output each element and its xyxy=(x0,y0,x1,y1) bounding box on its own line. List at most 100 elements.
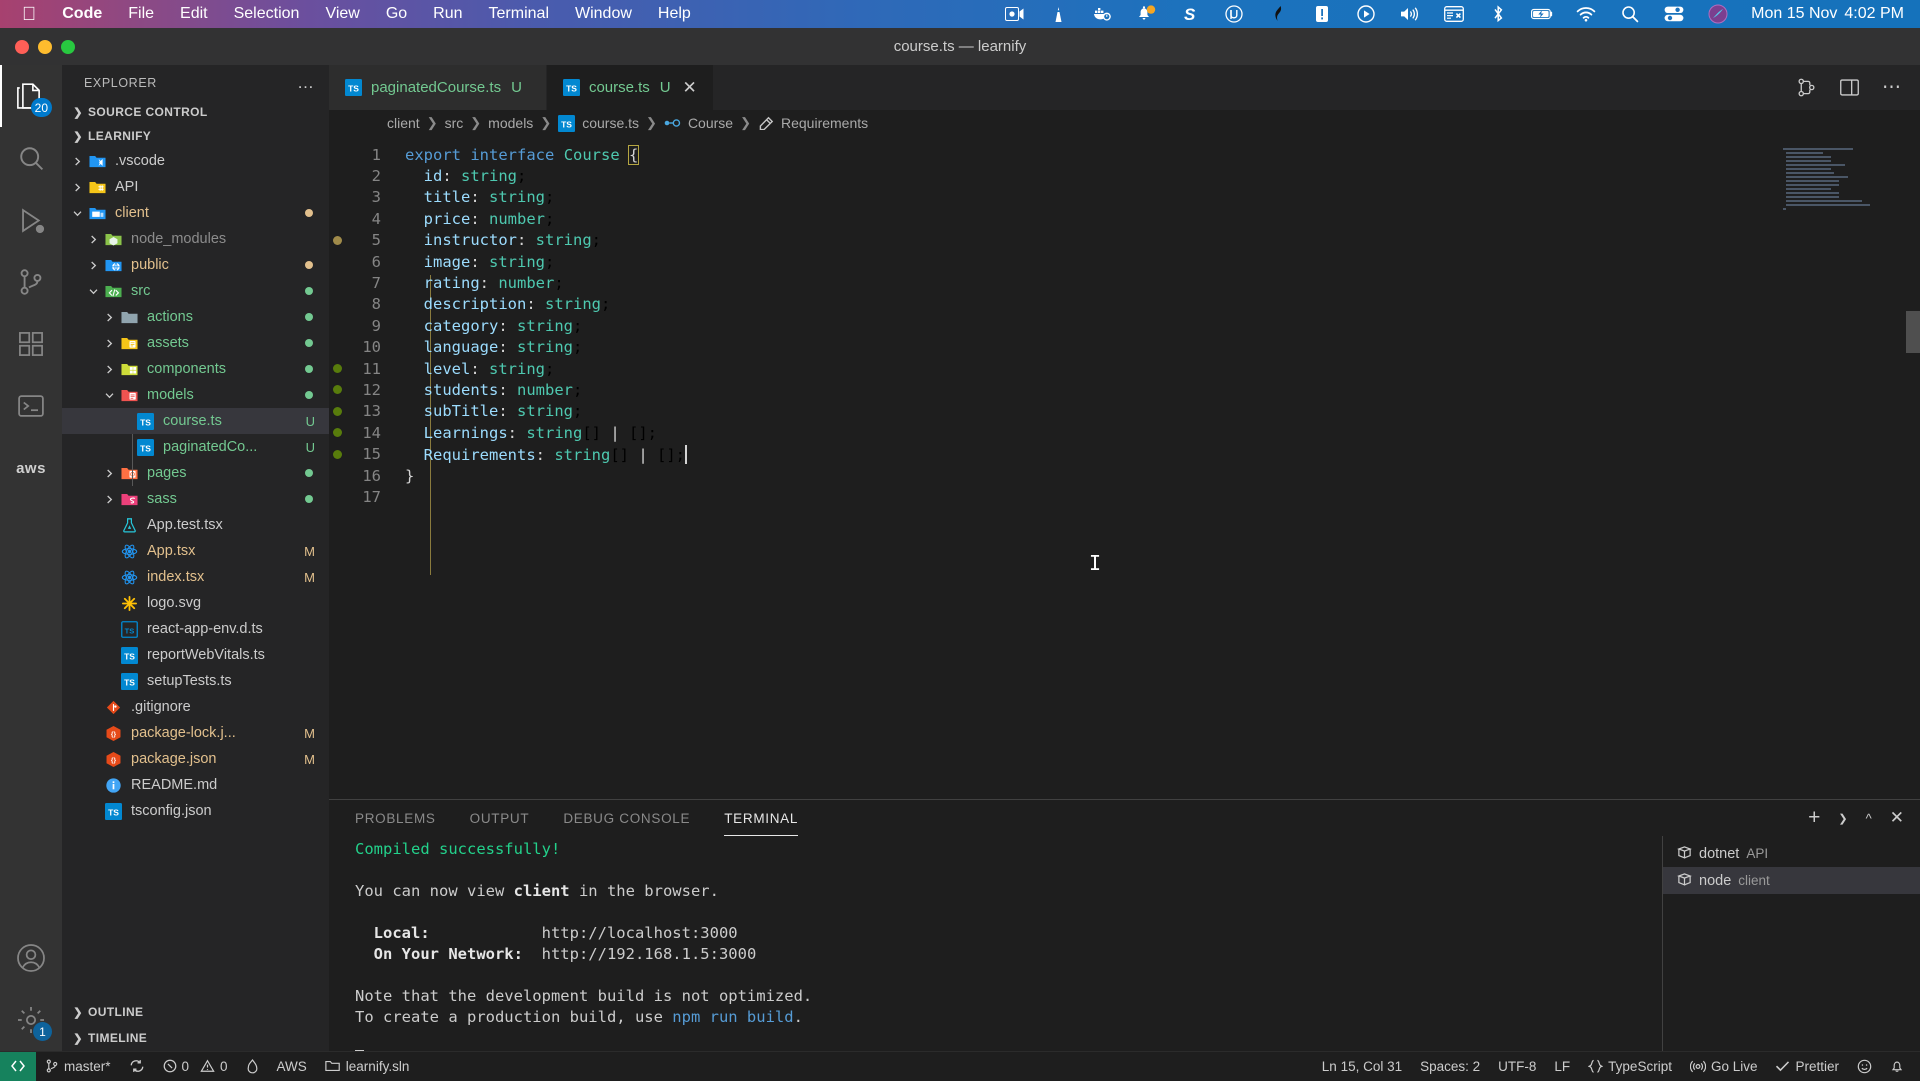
tree-file-course-ts[interactable]: TS course.ts U xyxy=(62,408,329,434)
tab-course[interactable]: TS course.ts U ✕ xyxy=(546,65,714,110)
breadcrumb-item-course-symbol[interactable]: Course xyxy=(664,115,733,131)
alert-exclamation-icon[interactable] xyxy=(1311,3,1333,25)
activity-item-explorer[interactable]: 20 xyxy=(0,65,62,127)
flag-black-icon[interactable] xyxy=(1267,3,1289,25)
code-line[interactable]: 4 price: number; xyxy=(329,208,1775,229)
activity-item-search[interactable] xyxy=(0,127,62,189)
status-go-live[interactable]: Go Live xyxy=(1681,1052,1767,1081)
code-line[interactable]: 2 id: string; xyxy=(329,165,1775,186)
activity-item-run-and-debug[interactable] xyxy=(0,189,62,251)
editor-scrollbar[interactable] xyxy=(1906,311,1920,353)
activity-item-accounts[interactable] xyxy=(0,927,62,989)
activity-item-remote-explorer[interactable] xyxy=(0,375,62,437)
breadcrumb-item-requirements-symbol[interactable]: Requirements xyxy=(758,115,868,131)
status-aws[interactable]: AWS xyxy=(268,1052,316,1081)
status-branch[interactable]: master* xyxy=(36,1052,120,1081)
breadcrumb-item-client[interactable]: client xyxy=(387,115,420,131)
menu-selection[interactable]: Selection xyxy=(234,5,300,23)
tree-file-setuptests-ts[interactable]: TS setupTests.ts xyxy=(62,668,329,694)
code-line[interactable]: 11 level: string; xyxy=(329,358,1775,379)
tree-file-app-tsx[interactable]: App.tsx M xyxy=(62,538,329,564)
tree-folder-assets[interactable]: assets xyxy=(62,330,329,356)
code-line[interactable]: 7 rating: number; xyxy=(329,272,1775,293)
menu-view[interactable]: View xyxy=(325,5,359,23)
remote-window-button[interactable] xyxy=(0,1051,36,1081)
status-problems[interactable]: 0 0 xyxy=(154,1052,237,1081)
section-learnify[interactable]: ❯ LEARNIFY xyxy=(62,124,329,148)
tree-folder-components[interactable]: components xyxy=(62,356,329,382)
tree-file-app-test-tsx[interactable]: App.test.tsx xyxy=(62,512,329,538)
tree-file-tsconfig-json[interactable]: TS tsconfig.json xyxy=(62,798,329,824)
status-language-mode[interactable]: TypeScript xyxy=(1579,1052,1681,1081)
minimap[interactable] xyxy=(1775,136,1920,799)
status-indentation[interactable]: Spaces: 2 xyxy=(1411,1052,1489,1081)
status-encoding[interactable]: UTF-8 xyxy=(1489,1052,1545,1081)
utorrent-icon[interactable] xyxy=(1223,3,1245,25)
wifi-icon[interactable] xyxy=(1575,3,1597,25)
code-line[interactable]: 8 description: string; xyxy=(329,294,1775,315)
tab-paginatedCourse[interactable]: TS paginatedCourse.ts U xyxy=(329,65,547,110)
maximize-panel-icon[interactable]: ^ xyxy=(1866,811,1872,826)
tab-terminal[interactable]: TERMINAL xyxy=(724,800,798,836)
terminal-list-item-node[interactable]: node client xyxy=(1663,867,1920,894)
sublime-s-icon[interactable]: S xyxy=(1179,3,1201,25)
play-circle-icon[interactable] xyxy=(1355,3,1377,25)
code-line[interactable]: 10 language: string; xyxy=(329,337,1775,358)
code-line[interactable]: 1 export interface Course { xyxy=(329,144,1775,165)
status-radon[interactable] xyxy=(237,1052,268,1081)
tree-file-index-tsx[interactable]: index.tsx M xyxy=(62,564,329,590)
activity-item-source-control[interactable] xyxy=(0,251,62,313)
menu-help[interactable]: Help xyxy=(658,5,691,23)
close-icon[interactable]: ✕ xyxy=(681,78,699,98)
chevron-down-icon[interactable]: ❯ xyxy=(1838,812,1847,825)
status-eol[interactable]: LF xyxy=(1545,1052,1579,1081)
menu-go[interactable]: Go xyxy=(386,5,407,23)
code-line[interactable]: 5 instructor: string; xyxy=(329,230,1775,251)
tree-file-reportwebvitals-ts[interactable]: TS reportWebVitals.ts xyxy=(62,642,329,668)
section-timeline[interactable]: ❯ TIMELINE xyxy=(62,1025,329,1051)
tab-problems[interactable]: PROBLEMS xyxy=(355,800,436,836)
layout-panel-icon[interactable] xyxy=(1839,77,1860,98)
tree-folder-client[interactable]: client xyxy=(62,200,329,226)
docker-whale-icon[interactable] xyxy=(1091,3,1113,25)
breadcrumb-item-models[interactable]: models xyxy=(488,115,533,131)
code-line[interactable]: 17 xyxy=(329,486,1775,507)
terminal-output[interactable]: Compiled successfully! You can now view c… xyxy=(329,836,1662,1051)
terminal-list-item-dotnet[interactable]: dotnet API xyxy=(1663,840,1920,867)
tree-file-readme-md[interactable]: README.md xyxy=(62,772,329,798)
code-line[interactable]: 3 title: string; xyxy=(329,187,1775,208)
menu-file[interactable]: File xyxy=(128,5,154,23)
code-line[interactable]: 14 Learnings: string[] | []; xyxy=(329,422,1775,443)
more-actions-icon[interactable]: … xyxy=(297,73,315,93)
tree-folder-node-modules[interactable]: node_modules xyxy=(62,226,329,252)
vlc-cone-icon[interactable] xyxy=(1047,3,1069,25)
file-tree[interactable]: .vscode API client node_modules public src act… xyxy=(62,148,329,999)
menu-edit[interactable]: Edit xyxy=(180,5,208,23)
code-line[interactable]: 15 Requirements: string[] | []; xyxy=(329,443,1775,464)
tree-folder-models[interactable]: models xyxy=(62,382,329,408)
tree-folder-actions[interactable]: actions xyxy=(62,304,329,330)
breadcrumb-item-course-ts[interactable]: TS course.ts xyxy=(558,114,639,132)
tree-folder-vscode[interactable]: .vscode xyxy=(62,148,329,174)
code-line[interactable]: 16} xyxy=(329,465,1775,486)
tree-file-package-lock-j[interactable]: {} package-lock.j... M xyxy=(62,720,329,746)
code-editor[interactable]: 1 export interface Course {2 id: string; 3… xyxy=(329,136,1775,799)
menu-code[interactable]: Code xyxy=(62,5,102,23)
code-line[interactable]: 9 category: string; xyxy=(329,315,1775,336)
status-solution[interactable]: learnify.sln xyxy=(316,1052,419,1081)
activity-item-extensions[interactable] xyxy=(0,313,62,375)
control-center-icon[interactable] xyxy=(1663,3,1685,25)
tree-file-react-app-env-d-ts[interactable]: TS react-app-env.d.ts xyxy=(62,616,329,642)
tab-debug-console[interactable]: DEBUG CONSOLE xyxy=(563,800,690,836)
activity-item-aws-toolkit[interactable]: aws xyxy=(0,437,62,499)
apple-logo-icon[interactable]:  xyxy=(22,5,36,24)
tree-folder-sass[interactable]: sass xyxy=(62,486,329,512)
screen-record-icon[interactable] xyxy=(1003,3,1025,25)
add-terminal-icon[interactable]: + xyxy=(1808,807,1820,828)
code-line[interactable]: 6 image: string; xyxy=(329,251,1775,272)
battery-charging-icon[interactable] xyxy=(1531,3,1553,25)
tab-output[interactable]: OUTPUT xyxy=(470,800,530,836)
tree-file-paginatedco[interactable]: TS paginatedCo... U xyxy=(62,434,329,460)
tree-folder-api[interactable]: API xyxy=(62,174,329,200)
tree-file-logo-svg[interactable]: logo.svg xyxy=(62,590,329,616)
